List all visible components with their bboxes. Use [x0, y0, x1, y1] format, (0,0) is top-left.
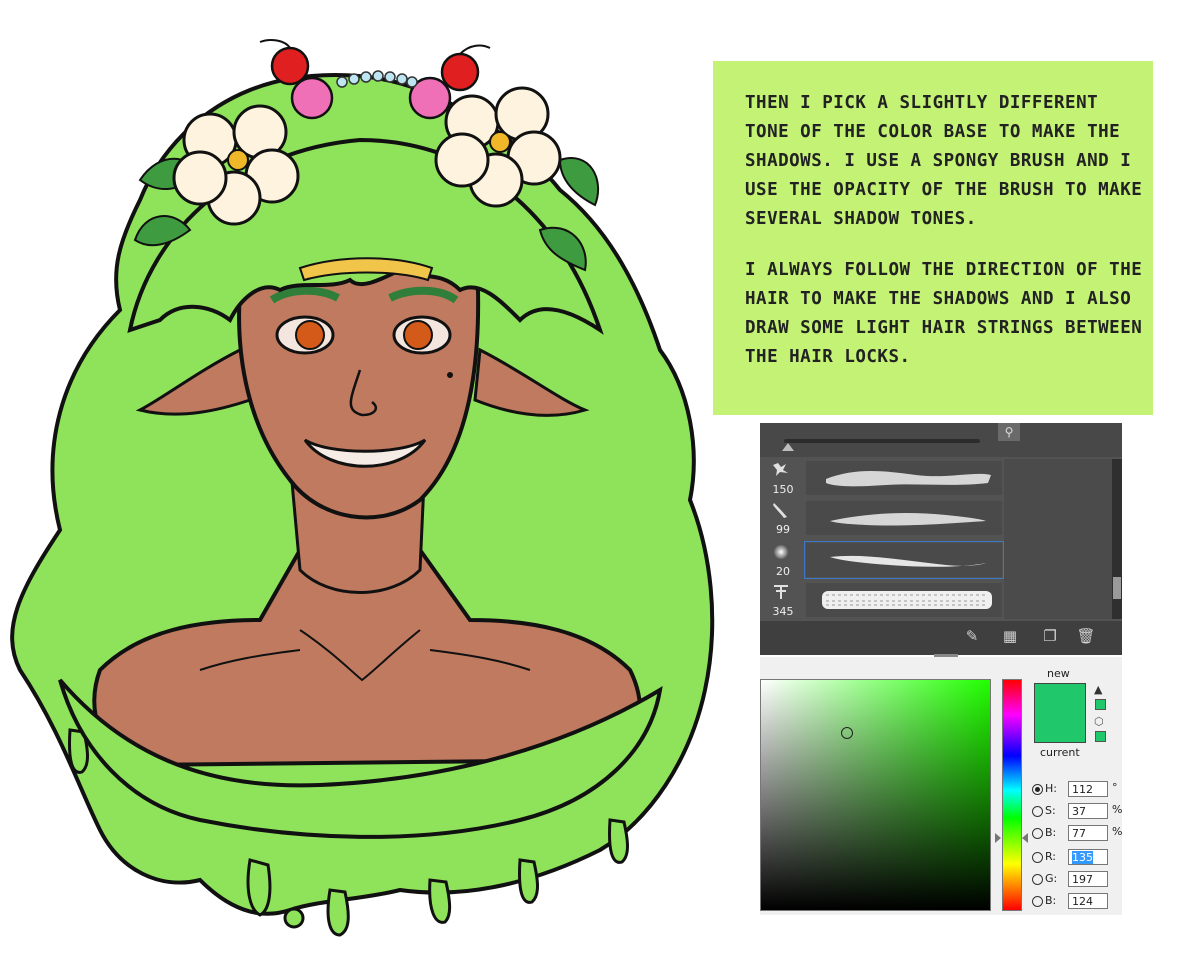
- brush-preset[interactable]: 345: [760, 581, 1004, 619]
- hue-slider-arrow-left[interactable]: [995, 833, 1001, 843]
- brush-list: 150 99 20 345: [760, 459, 1004, 619]
- new-color-swatch: [1034, 683, 1086, 743]
- hue-slider[interactable]: [1002, 679, 1022, 911]
- left-iris: [295, 320, 325, 350]
- character-illustration: [10, 39, 715, 937]
- hue-radio[interactable]: [1032, 784, 1043, 795]
- brightness-radio[interactable]: [1032, 828, 1043, 839]
- red-field-row: R: 135: [1030, 849, 1122, 867]
- brush-size-label: 345: [772, 605, 794, 618]
- cherry-left: [270, 46, 310, 86]
- green-label: G:: [1045, 872, 1058, 885]
- instruction-paragraph-1: Then I pick a slightly different tone of…: [745, 93, 1143, 229]
- brush-size-label: 150: [772, 483, 794, 496]
- brush-preset[interactable]: 99: [760, 499, 1004, 537]
- brush-presets-panel: ⚲ 150 99 20 345 ✎ ▦ ❐ 🗑: [760, 423, 1122, 655]
- brush-size-slider[interactable]: [784, 439, 980, 443]
- new-color-label: new: [1047, 667, 1070, 680]
- new-preset-icon[interactable]: ❐: [1040, 627, 1060, 645]
- hue-slider-arrow-right[interactable]: [1022, 833, 1028, 843]
- green-input[interactable]: 197: [1068, 871, 1108, 887]
- brush-panel-footer: ✎ ▦ ❐ 🗑: [760, 621, 1122, 655]
- brush-stroke-preview: [806, 501, 1002, 535]
- green-field-row: G: 197: [1030, 871, 1122, 889]
- gamut-warning-icon[interactable]: ▲: [1094, 683, 1102, 696]
- brush-panel-header: ⚲: [760, 423, 1122, 457]
- brush-size-label: 20: [776, 565, 790, 578]
- blue-radio[interactable]: [1032, 896, 1043, 907]
- brush-stroke-preview: [806, 583, 1002, 617]
- brush-size-label: 99: [776, 523, 790, 536]
- pink-rose-left: [290, 76, 334, 120]
- gamut-color-swatch[interactable]: [1095, 699, 1106, 710]
- brush-size-slider-thumb[interactable]: [782, 443, 794, 451]
- color-selection-marker[interactable]: [841, 727, 853, 739]
- panel-resize-grip[interactable]: [934, 654, 958, 657]
- brightness-label: B:: [1045, 826, 1057, 839]
- right-iris: [403, 320, 433, 350]
- blue-field-row: B: 124: [1030, 893, 1122, 911]
- brightness-field-row: B: 77 %: [1030, 825, 1122, 843]
- grass-brush-icon: [774, 585, 788, 599]
- red-label: R:: [1045, 850, 1057, 863]
- hue-input[interactable]: 112: [1068, 781, 1108, 797]
- brush-panel-menu-icon[interactable]: ⚲: [998, 423, 1020, 441]
- beauty-mark: [447, 372, 453, 378]
- brush-list-scrollbar[interactable]: [1112, 459, 1122, 619]
- trash-icon[interactable]: 🗑: [1076, 627, 1096, 645]
- web-safe-color-swatch[interactable]: [1095, 731, 1106, 742]
- saturation-label: S:: [1045, 804, 1056, 817]
- splatter-brush-icon: [773, 463, 788, 476]
- cherry-right: [440, 52, 480, 92]
- brightness-unit: %: [1112, 825, 1123, 838]
- hue-unit: °: [1112, 781, 1118, 794]
- instruction-paragraph-2: I always follow the direction of the hai…: [745, 260, 1143, 367]
- web-safe-cube-icon[interactable]: ⬡: [1094, 715, 1104, 728]
- brush-stroke-preview: [806, 461, 1002, 495]
- soft-round-brush-icon: [774, 545, 788, 559]
- hue-field-row: H: 112 °: [1030, 781, 1122, 799]
- hue-label: H:: [1045, 782, 1057, 795]
- blue-input[interactable]: 124: [1068, 893, 1108, 909]
- current-color-label: current: [1040, 746, 1080, 759]
- brightness-input[interactable]: 77: [1068, 825, 1108, 841]
- saturation-field-row: S: 37 %: [1030, 803, 1122, 821]
- color-picker: new current ▲ ⬡ H: 112 ° S: 37 % B: 77 %…: [760, 654, 1122, 915]
- saturation-radio[interactable]: [1032, 806, 1043, 817]
- hair-drop: [283, 907, 305, 929]
- brush-stroke-preview: [804, 541, 1004, 579]
- grid-view-icon[interactable]: ▦: [1000, 627, 1020, 645]
- instruction-note: Then I pick a slightly different tone of…: [713, 61, 1153, 415]
- red-input-selection: 135: [1072, 851, 1093, 864]
- brush-preset-selected[interactable]: 20: [760, 541, 1004, 579]
- saturation-input[interactable]: 37: [1068, 803, 1108, 819]
- green-radio[interactable]: [1032, 874, 1043, 885]
- red-input[interactable]: 135: [1068, 849, 1108, 865]
- saturation-unit: %: [1112, 803, 1123, 816]
- scrollbar-thumb[interactable]: [1113, 577, 1121, 599]
- chalk-brush-icon: [773, 503, 787, 518]
- brush-preset[interactable]: 150: [760, 459, 1004, 497]
- brush-tool-icon[interactable]: ✎: [962, 627, 982, 645]
- red-radio[interactable]: [1032, 852, 1043, 863]
- brush-list-empty-area: [1004, 459, 1112, 619]
- blue-label: B:: [1045, 894, 1057, 907]
- saturation-brightness-field[interactable]: [760, 679, 991, 911]
